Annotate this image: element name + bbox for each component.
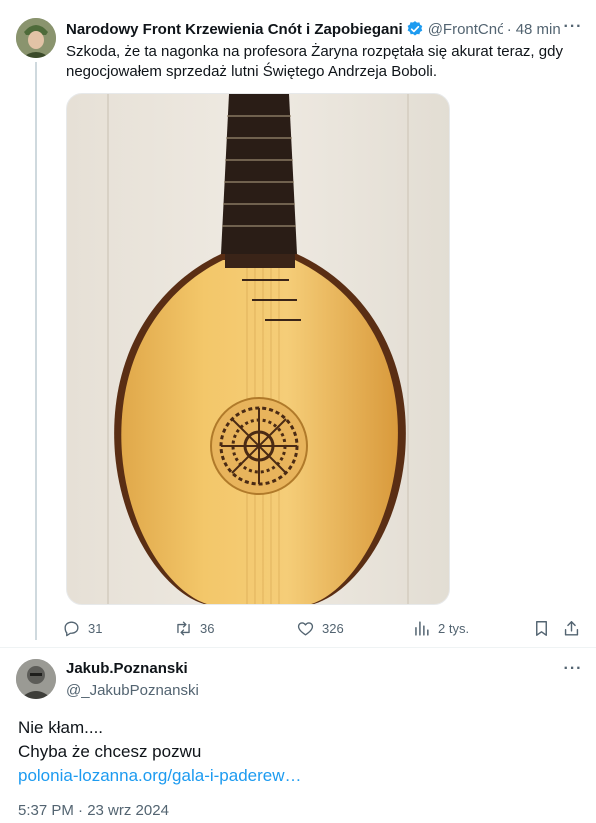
post-text: Szkoda, że ta nagonka na profesora Żaryn… [66, 43, 563, 80]
reply-text-line: Nie kłam.... [18, 718, 104, 737]
bookmark-icon [536, 620, 547, 636]
more-options-icon[interactable]: ··· [562, 19, 584, 40]
reply-author-handle[interactable]: @_JakubPoznanski [66, 682, 199, 699]
like-count: 326 [322, 620, 344, 636]
reply-text: Nie kłam.... Chyba że chcesz pozwu polon… [18, 716, 578, 788]
views-count: 2 tys. [438, 620, 470, 636]
post-image[interactable] [66, 93, 450, 605]
share-icon [564, 620, 579, 636]
author-name[interactable]: Narodowy Front Krzewienia Cnót i Zapobie… [66, 21, 403, 38]
divider [0, 647, 596, 648]
reply-avatar[interactable] [16, 659, 56, 699]
post-header: Narodowy Front Krzewienia Cnót i Zapobie… [66, 18, 582, 40]
reply-count: 31 [88, 620, 103, 636]
author-handle[interactable]: @FrontCnót [428, 21, 503, 38]
reply-icon [64, 620, 79, 636]
repost-icon [177, 620, 190, 636]
heart-icon [297, 621, 314, 636]
reply-more-options-icon[interactable]: ··· [562, 661, 584, 682]
verified-badge-icon [406, 20, 424, 38]
reply-text-line: Chyba że chcesz pozwu [18, 742, 202, 761]
share-button[interactable] [562, 616, 588, 640]
reply-link[interactable]: polonia-lozanna.org/gala-i-paderew… [18, 764, 578, 788]
post-actions: 31 36 326 2 tys. [62, 616, 586, 640]
bookmark-button[interactable] [532, 616, 558, 640]
analytics-icon [415, 620, 429, 636]
repost-count: 36 [200, 620, 215, 636]
reply-button[interactable]: 31 [62, 616, 102, 640]
reply-author-name[interactable]: Jakub.Poznanski [66, 660, 188, 677]
post-time[interactable]: 48 min [516, 21, 561, 38]
repost-button[interactable]: 36 [174, 616, 214, 640]
like-button[interactable]: 326 [296, 616, 344, 640]
separator-dot: · [506, 20, 512, 38]
views-button[interactable]: 2 tys. [412, 616, 469, 640]
avatar[interactable] [16, 18, 56, 58]
post-main[interactable]: Narodowy Front Krzewienia Cnót i Zapobie… [0, 0, 596, 648]
reply-timestamp[interactable]: 5:37 PM · 23 wrz 2024 [18, 802, 169, 819]
